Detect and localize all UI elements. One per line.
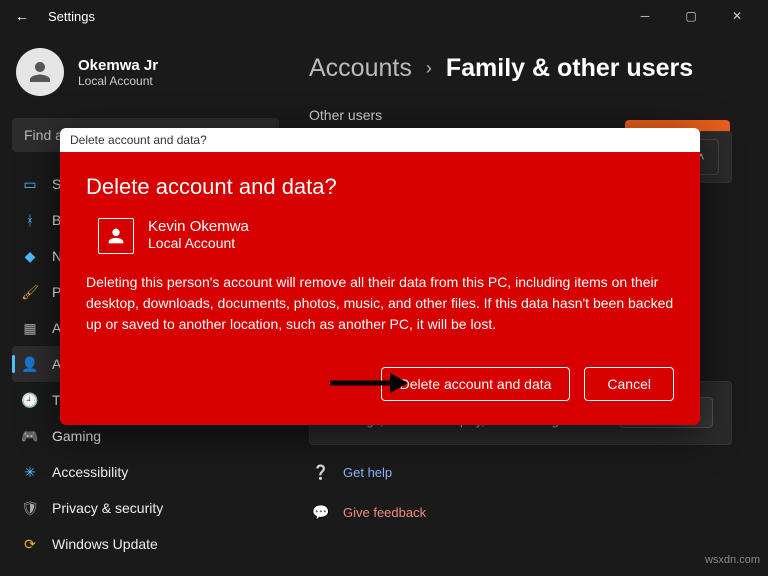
update-icon: ⟳ [22,536,38,552]
gaming-icon: 🎮 [22,428,38,444]
nav-accessibility[interactable]: ✳ Accessibility [12,454,279,490]
get-help-link[interactable]: ❔ Get help [309,453,732,493]
dialog-user-name: Kevin Okemwa [148,218,249,235]
bluetooth-icon: ᚼ [22,212,38,228]
person-icon [98,218,134,254]
accessibility-icon: ✳ [22,464,38,480]
cancel-button[interactable]: Cancel [584,367,674,401]
person-icon: 👤 [22,356,38,372]
avatar [16,48,64,96]
nav-label: Windows Update [52,536,158,552]
maximize-button[interactable]: ▢ [668,0,714,32]
breadcrumb: Accounts › Family & other users [309,54,732,83]
back-button[interactable]: ← [8,8,36,24]
annotation-arrow [328,370,408,401]
profile-sub: Local Account [78,74,158,88]
delete-account-dialog: Delete account and data? Delete account … [60,128,700,425]
clock-icon: 🕘 [22,392,38,408]
breadcrumb-current: Family & other users [446,54,693,83]
minimize-button[interactable]: ─ [622,0,668,32]
window-title: Settings [48,9,622,24]
close-button[interactable]: ✕ [714,0,760,32]
system-icon: ▭ [22,176,38,192]
nav-label: Privacy & security [52,500,163,516]
dialog-titlebar: Delete account and data? [60,128,700,152]
give-feedback-link[interactable]: 💬 Give feedback [309,493,732,533]
link-label: Give feedback [343,505,426,520]
feedback-icon: 💬 [313,505,329,521]
breadcrumb-parent[interactable]: Accounts [309,54,412,83]
wifi-icon: ◆ [22,248,38,264]
brush-icon: 🖌 [22,284,38,300]
dialog-user-type: Local Account [148,235,249,251]
shield-icon: 🛡 [22,500,38,516]
link-label: Get help [343,465,392,480]
nav-update[interactable]: ⟳ Windows Update [12,526,279,562]
chevron-right-icon: › [426,58,432,79]
profile-name: Okemwa Jr [78,57,158,74]
watermark: wsxdn.com [705,554,760,566]
delete-confirm-button[interactable]: Delete account and data [381,367,571,401]
dialog-message: Deleting this person's account will remo… [86,272,674,335]
nav-label: Accessibility [52,464,128,480]
apps-icon: ▦ [22,320,38,336]
nav-privacy[interactable]: 🛡 Privacy & security [12,490,279,526]
nav-label: Gaming [52,428,101,444]
help-icon: ❔ [313,465,329,481]
profile-block[interactable]: Okemwa Jr Local Account [12,44,279,100]
dialog-heading: Delete account and data? [86,174,674,200]
